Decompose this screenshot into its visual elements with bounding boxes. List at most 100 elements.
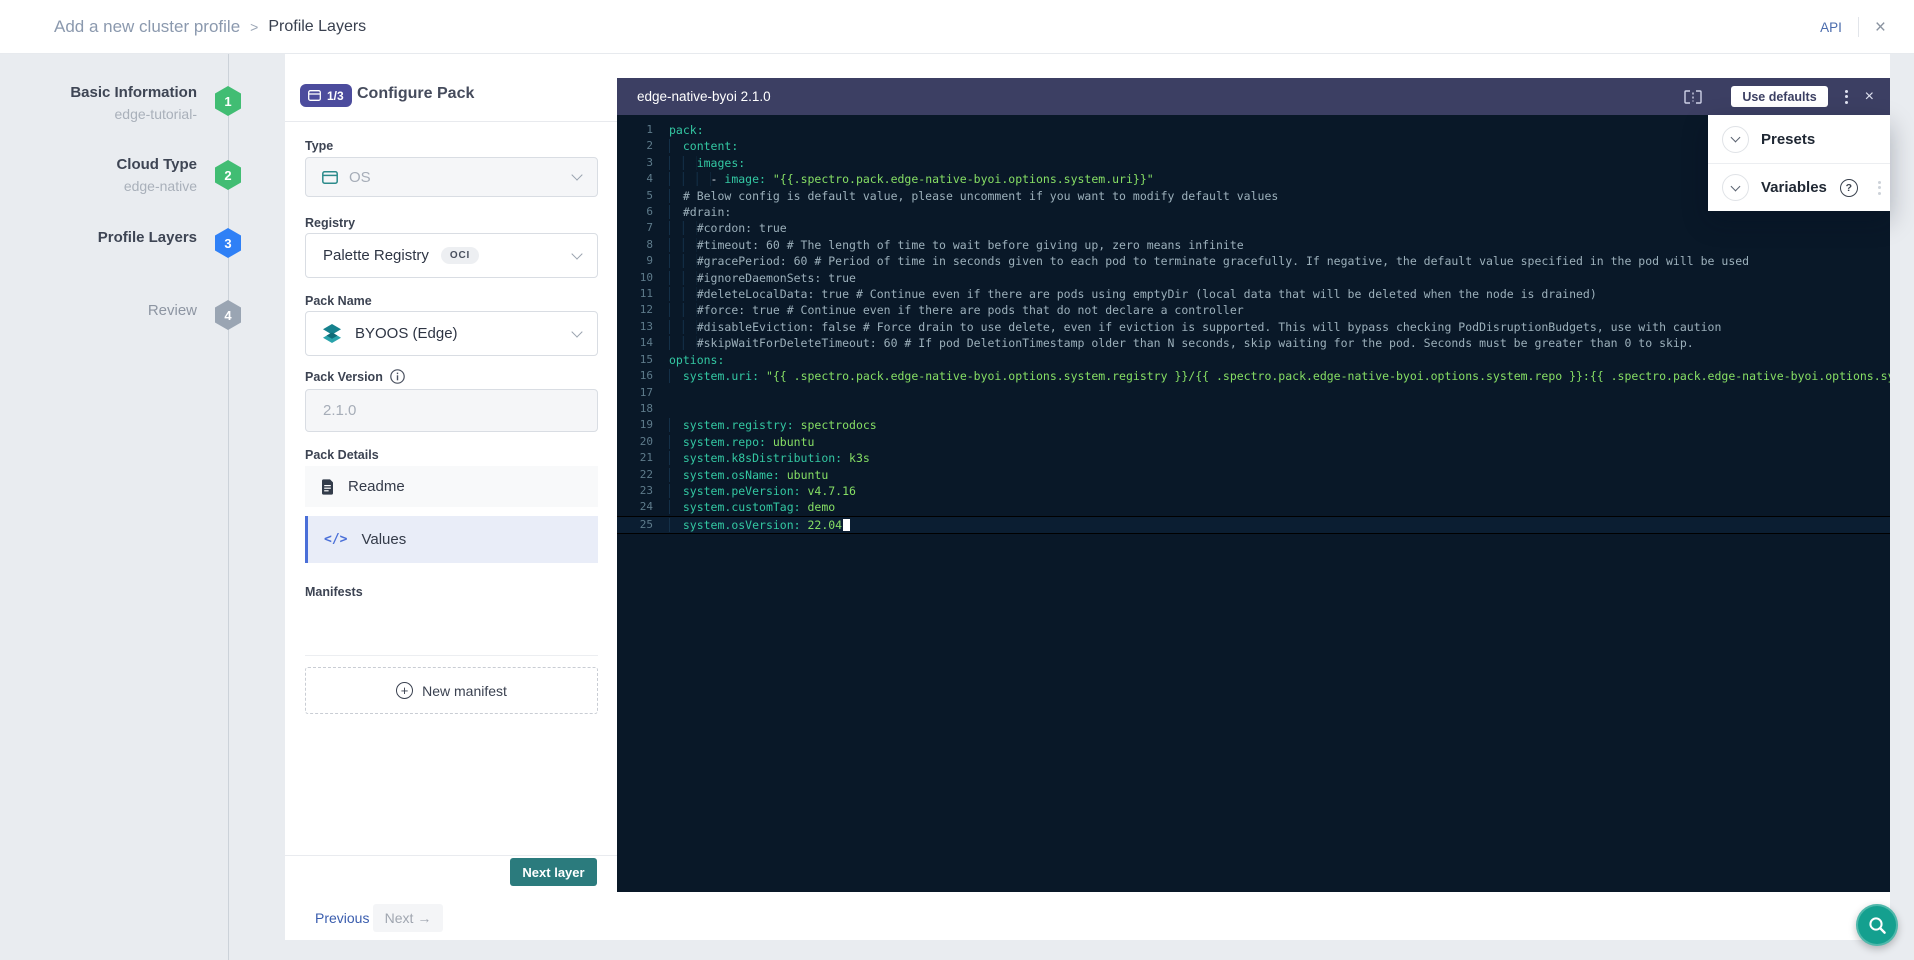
code-line[interactable]: 17 — [617, 385, 1890, 401]
chevron-down-icon — [571, 248, 582, 259]
code-line[interactable]: 25 system.osVersion: 22.04 — [617, 516, 1890, 534]
chevron-down-icon — [571, 326, 582, 337]
chevron-down-icon — [1731, 181, 1741, 191]
configure-pack-header: 1/3 Configure Pack — [285, 54, 617, 122]
presets-expand-button[interactable] — [1722, 126, 1749, 153]
close-icon[interactable]: × — [1875, 18, 1886, 37]
pack-name-label: Pack Name — [305, 294, 372, 308]
registry-select[interactable]: Palette Registry OCI — [305, 233, 598, 278]
breadcrumb-current: Profile Layers — [268, 18, 366, 36]
code-line[interactable]: 7 #cordon: true — [617, 220, 1890, 236]
os-layer-icon — [322, 171, 338, 184]
layer-icon — [308, 90, 321, 101]
topbar-divider — [1858, 17, 1859, 37]
type-select[interactable]: OS — [305, 157, 598, 197]
layer-step-badge: 1/3 — [300, 84, 352, 107]
next-button-disabled[interactable]: Next → — [373, 904, 443, 932]
text-cursor — [843, 519, 850, 531]
variables-expand-button[interactable] — [1722, 174, 1749, 201]
presets-label: Presets — [1761, 131, 1815, 148]
code-line[interactable]: 6 #drain: — [617, 204, 1890, 220]
readme-tab-label: Readme — [348, 478, 405, 495]
code-icon: </> — [324, 532, 347, 547]
next-layer-button[interactable]: Next layer — [510, 858, 597, 886]
plus-circle-icon: + — [396, 682, 413, 699]
code-line[interactable]: 10 #ignoreDaemonSets: true — [617, 270, 1890, 286]
manifests-label: Manifests — [305, 585, 363, 599]
code-line[interactable]: 13 #disableEviction: false # Force drain… — [617, 319, 1890, 335]
document-icon — [321, 479, 334, 495]
values-tab-label: Values — [361, 531, 406, 548]
top-bar: Add a new cluster profile > Profile Laye… — [0, 0, 1914, 54]
values-tab[interactable]: </> Values — [305, 516, 598, 563]
readme-tab[interactable]: Readme — [305, 466, 598, 507]
code-line[interactable]: 19 system.registry: spectrodocs — [617, 417, 1890, 433]
step-basic-information-sublabel: edge-tutorial- — [0, 106, 197, 122]
pack-version-value: 2.1.0 — [323, 402, 356, 419]
code-line[interactable]: 22 system.osName: ubuntu — [617, 467, 1890, 483]
breadcrumb-parent[interactable]: Add a new cluster profile — [54, 17, 240, 37]
code-lines[interactable]: 1pack:2 content:3 images:4 - image: "{{.… — [617, 115, 1890, 892]
use-defaults-button[interactable]: Use defaults — [1731, 86, 1827, 107]
variables-kebab-menu-icon[interactable] — [1878, 181, 1881, 195]
pack-version-input[interactable]: 2.1.0 — [305, 389, 598, 432]
code-line[interactable]: 21 system.k8sDistribution: k3s — [617, 450, 1890, 466]
step-cloud-type-label: Cloud Type — [0, 156, 197, 173]
code-line[interactable]: 1pack: — [617, 122, 1890, 138]
code-line[interactable]: 11 #deleteLocalData: true # Continue eve… — [617, 286, 1890, 302]
editor-kebab-menu-icon[interactable] — [1843, 88, 1850, 106]
code-line[interactable]: 3 images: — [617, 155, 1890, 171]
step-2-hexagon[interactable]: 2 — [215, 160, 241, 190]
pack-version-label: Pack Version — [305, 370, 383, 384]
code-line[interactable]: 14 #skipWaitForDeleteTimeout: 60 # If po… — [617, 335, 1890, 351]
oci-badge: OCI — [441, 247, 479, 264]
breadcrumb-separator: > — [250, 19, 258, 35]
configure-pack-panel: 1/3 Configure Pack Type OS Registry Pale… — [285, 54, 617, 940]
code-line[interactable]: 9 #gracePeriod: 60 # Period of time in s… — [617, 253, 1890, 269]
values-editor: edge-native-byoi 2.1.0 Use defaults × 1p… — [617, 78, 1890, 892]
code-line[interactable]: 2 content: — [617, 138, 1890, 154]
previous-button[interactable]: Previous — [315, 910, 369, 926]
code-line[interactable]: 12 #force: true # Continue even if there… — [617, 302, 1890, 318]
chevron-down-icon — [1731, 133, 1741, 143]
registry-label: Registry — [305, 216, 355, 230]
new-manifest-label: New manifest — [422, 683, 507, 699]
chevron-down-icon — [571, 169, 582, 180]
info-icon[interactable] — [390, 369, 405, 384]
code-line[interactable]: 15options: — [617, 352, 1890, 368]
step-basic-information-label: Basic Information — [0, 84, 197, 101]
step-3-hexagon[interactable]: 3 — [215, 228, 241, 258]
code-line[interactable]: 8 #timeout: 60 # The length of time to w… — [617, 237, 1890, 253]
type-value: OS — [349, 169, 371, 186]
step-review-label: Review — [0, 302, 197, 319]
variables-help-icon[interactable]: ? — [1840, 179, 1858, 197]
create-cluster-profile-page: Add a new cluster profile > Profile Laye… — [0, 0, 1914, 960]
code-line[interactable]: 24 system.customTag: demo — [617, 499, 1890, 515]
step-cloud-type-sublabel: edge-native — [0, 178, 197, 194]
split-view-icon[interactable] — [1684, 90, 1702, 104]
code-line[interactable]: 18 — [617, 401, 1890, 417]
step-4-hexagon[interactable]: 4 — [215, 300, 241, 330]
step-1-hexagon[interactable]: 1 — [215, 86, 241, 116]
code-line[interactable]: 16 system.uri: "{{ .spectro.pack.edge-na… — [617, 368, 1890, 384]
help-chat-button[interactable] — [1856, 904, 1898, 946]
editor-close-icon[interactable]: × — [1865, 89, 1874, 105]
variables-label: Variables — [1761, 179, 1827, 196]
code-line[interactable]: 23 system.peVersion: v4.7.16 — [617, 483, 1890, 499]
registry-value: Palette Registry — [323, 247, 429, 264]
panel-title: Configure Pack — [357, 85, 474, 103]
byoos-pack-icon — [321, 323, 343, 345]
search-icon — [1868, 916, 1887, 935]
variables-row: Variables ? — [1708, 163, 1890, 211]
presets-row: Presets — [1708, 115, 1890, 163]
code-line[interactable]: 5 # Below config is default value, pleas… — [617, 188, 1890, 204]
code-line[interactable]: 20 system.repo: ubuntu — [617, 434, 1890, 450]
manifests-divider — [305, 655, 598, 656]
type-label: Type — [305, 139, 333, 153]
next-layer-strip: Next layer — [285, 855, 617, 940]
breadcrumb: Add a new cluster profile > Profile Laye… — [54, 0, 366, 54]
code-line[interactable]: 4 - image: "{{.spectro.pack.edge-native-… — [617, 171, 1890, 187]
api-link[interactable]: API — [1820, 20, 1842, 35]
pack-name-select[interactable]: BYOOS (Edge) — [305, 311, 598, 356]
new-manifest-button[interactable]: + New manifest — [305, 667, 598, 714]
